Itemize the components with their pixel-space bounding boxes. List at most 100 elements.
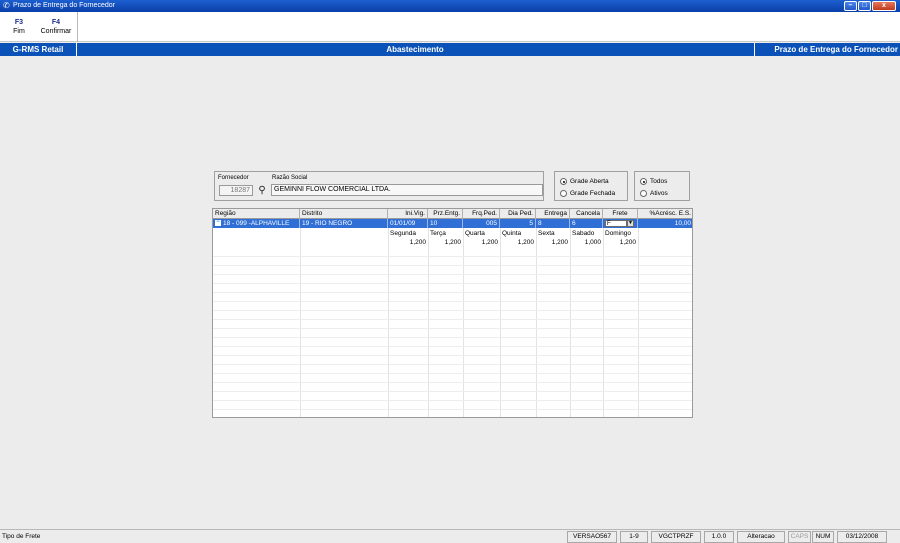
day-value[interactable]: 1,200 <box>536 238 570 247</box>
app-window: ✆ Prazo de Entrega do Fornecedor – □ x F… <box>0 0 900 543</box>
col-dia-ped[interactable]: Dia Ped. <box>500 209 536 219</box>
title-bar: ✆ Prazo de Entrega do Fornecedor – □ x <box>0 0 900 12</box>
confirmar-label: Confirmar <box>40 28 72 35</box>
grid-line <box>213 328 692 329</box>
col-cancela[interactable]: Cancela <box>570 209 603 219</box>
grid-line <box>213 256 692 257</box>
day-header: Segunda <box>390 230 417 237</box>
day-value[interactable]: 1,000 <box>570 238 603 247</box>
day-value[interactable]: 1,200 <box>428 238 463 247</box>
grade-fechada-label: Grade Fechada <box>570 190 616 197</box>
col-acresc[interactable]: %Acrésc. E.S. <box>638 209 692 219</box>
col-prz-entg[interactable]: Prz.Entg. <box>428 209 463 219</box>
grid-line <box>213 355 692 356</box>
fim-button[interactable]: F3 Fim <box>6 18 32 37</box>
module-header: G-RMS Retail Abastecimento Prazo de Entr… <box>0 43 900 56</box>
col-frete[interactable]: Frete <box>603 209 638 219</box>
day-value[interactable]: 1,200 <box>463 238 500 247</box>
grid-line <box>213 400 692 401</box>
grid-line <box>213 265 692 266</box>
cell-frete[interactable]: F ▼ <box>603 219 638 228</box>
day-header: Sexta <box>538 230 555 237</box>
window-title: Prazo de Entrega do Fornecedor <box>13 2 115 9</box>
day-value[interactable]: 1,200 <box>388 238 428 247</box>
status-version: VERSAO567 <box>567 531 617 543</box>
filter-radio-group: Todos Ativos <box>634 171 690 201</box>
day-value[interactable]: 1,200 <box>500 238 536 247</box>
col-ini-vig[interactable]: Ini.Vig. <box>388 209 428 219</box>
todos-label: Todos <box>650 178 668 185</box>
product-name: G-RMS Retail <box>12 45 64 54</box>
grid-line <box>213 337 692 338</box>
status-range: 1-9 <box>620 531 648 543</box>
confirmar-button[interactable]: F4 Confirmar <box>36 18 76 37</box>
supplier-panel: Fornecedor Razão Social 18287 ⚲ GEMINNI … <box>214 171 544 201</box>
cell-ini-vig[interactable]: 01/01/09 <box>388 219 428 228</box>
app-icon: ✆ <box>3 1 10 10</box>
grade-radio-group: Grade Aberta Grade Fechada <box>554 171 628 201</box>
toolbar-divider <box>77 12 78 42</box>
binoculars-icon[interactable]: ⚲ <box>256 185 268 196</box>
grid-line <box>213 382 692 383</box>
grid-line <box>213 409 692 410</box>
grid-line <box>213 283 692 284</box>
toolbar: F3 Fim F4 Confirmar <box>0 12 900 42</box>
col-entrega[interactable]: Entrega <box>536 209 570 219</box>
module-name: Abastecimento <box>386 45 444 54</box>
status-build: 1.0.0 <box>704 531 734 543</box>
fim-label: Fim <box>13 28 25 35</box>
grade-fechada-radio[interactable]: Grade Fechada <box>560 190 615 197</box>
collapse-icon[interactable]: − <box>215 219 221 227</box>
status-mode: Alteracao <box>737 531 785 543</box>
day-header: Quinta <box>502 230 522 237</box>
confirmar-shortcut: F4 <box>51 19 61 26</box>
status-caps: CAPS <box>788 531 811 543</box>
grid-line <box>213 373 692 374</box>
status-program: VGCTPRZF <box>651 531 701 543</box>
grid-line <box>213 391 692 392</box>
fornecedor-code-field[interactable]: 18287 <box>219 185 253 196</box>
fornecedor-label: Fornecedor <box>218 175 249 181</box>
day-value[interactable]: 1,200 <box>603 238 638 247</box>
minimize-button[interactable]: – <box>844 1 857 11</box>
day-header: Sabado <box>572 230 595 237</box>
chevron-down-icon[interactable]: ▼ <box>627 220 634 227</box>
grid-line <box>213 310 692 311</box>
grade-aberta-label: Grade Aberta <box>570 178 609 185</box>
cell-acresc[interactable]: 10,00 <box>638 219 692 228</box>
close-button[interactable]: x <box>872 1 896 11</box>
delivery-grid: Região Distrito Ini.Vig. Prz.Entg. Frq.P… <box>212 208 693 418</box>
regiao-value: 18 - 099 -ALPHAVILLE <box>223 220 290 227</box>
grid-line <box>213 346 692 347</box>
grid-line <box>213 301 692 302</box>
maximize-button[interactable]: □ <box>858 1 871 11</box>
cell-distrito[interactable]: 19 - RIO NEGRO <box>300 219 388 228</box>
cell-prz-entg[interactable]: 10 <box>428 219 463 228</box>
ativos-label: Ativos <box>650 190 668 197</box>
radio-dot <box>640 178 647 185</box>
grid-header: Região Distrito Ini.Vig. Prz.Entg. Frq.P… <box>213 209 692 219</box>
col-regiao[interactable]: Região <box>213 209 300 219</box>
days-values-row: 1,200 1,200 1,200 1,200 1,200 1,000 1,20… <box>213 238 692 247</box>
table-row[interactable]: −18 - 099 -ALPHAVILLE 19 - RIO NEGRO 01/… <box>213 219 692 228</box>
ativos-radio[interactable]: Ativos <box>640 190 668 197</box>
day-header: Terça <box>430 230 446 237</box>
frete-select[interactable]: F <box>605 220 627 227</box>
cell-entrega[interactable]: 8 <box>536 219 570 228</box>
col-frq-ped[interactable]: Frq.Ped. <box>463 209 500 219</box>
screen-name: Prazo de Entrega do Fornecedor <box>774 45 898 54</box>
grade-aberta-radio[interactable]: Grade Aberta <box>560 178 609 185</box>
fim-shortcut: F3 <box>14 19 24 26</box>
day-header: Quarta <box>465 230 485 237</box>
cell-dia-ped[interactable]: 5 <box>500 219 536 228</box>
cell-regiao[interactable]: −18 - 099 -ALPHAVILLE <box>213 219 300 228</box>
col-distrito[interactable]: Distrito <box>300 209 388 219</box>
cell-frq-ped[interactable]: 005 <box>463 219 500 228</box>
status-bar: Tipo de Frete VERSAO567 1-9 VGCTPRZF 1.0… <box>0 529 900 543</box>
radio-dot <box>640 190 647 197</box>
cell-cancela[interactable]: 6 <box>570 219 603 228</box>
todos-radio[interactable]: Todos <box>640 178 667 185</box>
day-header: Domingo <box>605 230 632 237</box>
days-header-row: Segunda Terça Quarta Quinta Sexta Sabado… <box>213 229 692 238</box>
status-message: Tipo de Frete <box>2 533 41 540</box>
